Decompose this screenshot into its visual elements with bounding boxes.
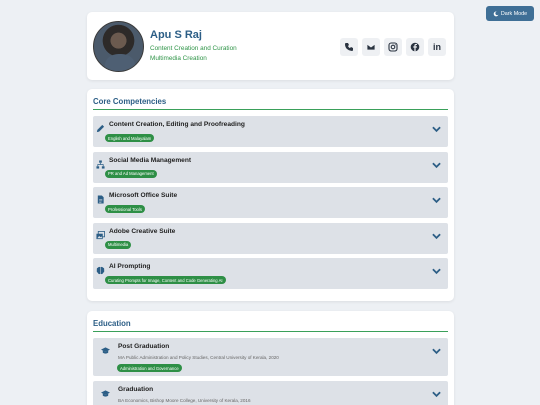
- network-icon: [96, 156, 105, 169]
- graduation-cap-icon: [101, 342, 110, 354]
- chevron-down-icon[interactable]: [432, 191, 441, 204]
- competency-title: Adobe Creative Suite: [109, 227, 176, 235]
- facebook-icon: [410, 42, 420, 52]
- profile-name: Apu S Raj: [150, 29, 202, 41]
- document-icon: [96, 191, 105, 204]
- profile-card: Apu S Raj Content Creation and Curation …: [87, 12, 454, 80]
- competency-tag: PR and Ad Management: [105, 169, 157, 178]
- core-competencies-title: Core Competencies: [93, 89, 448, 110]
- phone-icon: [345, 43, 353, 51]
- images-icon: [96, 227, 105, 239]
- education-detail: MA Public Administration and Policy Stud…: [118, 355, 279, 360]
- competency-tag: Curating Prompts for Image, Content and …: [105, 276, 226, 284]
- competency-item[interactable]: Social Media Management PR and Ad Manage…: [93, 151, 448, 183]
- chevron-down-icon[interactable]: [432, 156, 441, 168]
- competency-item[interactable]: Adobe Creative Suite Multimedia: [93, 222, 448, 254]
- competency-item[interactable]: AI Prompting Curating Prompts for Image,…: [93, 258, 448, 289]
- linkedin-button[interactable]: in: [428, 38, 446, 56]
- chevron-down-icon[interactable]: [432, 227, 441, 239]
- chevron-down-icon[interactable]: [432, 262, 441, 275]
- competency-title: Microsoft Office Suite: [109, 192, 178, 199]
- competency-item[interactable]: Content Creation, Editing and Proofreadi…: [93, 116, 448, 147]
- profile-subtitle-1: Content Creation and Curation: [150, 45, 237, 52]
- email-icon: [366, 43, 376, 51]
- education-title-label: Post Graduation: [118, 343, 170, 350]
- chevron-down-icon[interactable]: [432, 342, 441, 355]
- dark-mode-label: Dark Mode: [500, 10, 528, 17]
- chevron-down-icon[interactable]: [432, 385, 441, 397]
- education-detail: BA Economics, Bishop Moore College, Univ…: [118, 397, 251, 403]
- education-card: Education Post Graduation MA Public Admi…: [87, 311, 454, 405]
- competency-item[interactable]: Microsoft Office Suite Professional Tool…: [93, 187, 448, 218]
- education-item[interactable]: Graduation BA Economics, Bishop Moore Co…: [93, 380, 448, 405]
- competency-title: AI Prompting: [109, 263, 151, 270]
- phone-button[interactable]: [340, 38, 358, 56]
- pencil-icon: [96, 120, 105, 133]
- education-title-label: Graduation: [118, 385, 154, 393]
- moon-icon: [493, 11, 499, 16]
- chevron-down-icon[interactable]: [432, 120, 441, 133]
- competency-tag: Professional Tools: [105, 205, 145, 213]
- competency-title: Content Creation, Editing and Proofreadi…: [109, 121, 245, 128]
- contact-links: in: [340, 38, 446, 56]
- education-item[interactable]: Post Graduation MA Public Administration…: [93, 338, 448, 376]
- dark-mode-button[interactable]: Dark Mode: [486, 6, 534, 21]
- graduation-cap-icon: [101, 385, 110, 397]
- competency-tag: English and Malayalam: [105, 134, 155, 142]
- core-competencies-card: Core Competencies Content Creation, Edit…: [87, 89, 454, 301]
- instagram-button[interactable]: [384, 38, 402, 56]
- email-button[interactable]: [362, 38, 380, 56]
- competency-tag: Multimedia: [105, 240, 132, 249]
- linkedin-icon: in: [433, 42, 441, 52]
- brain-icon: [96, 262, 105, 275]
- profile-subtitle-2: Multimedia Creation: [150, 55, 207, 62]
- education-title: Education: [93, 311, 448, 332]
- instagram-icon: [388, 42, 398, 52]
- competency-title: Social Media Management: [109, 156, 192, 164]
- education-tag: Administration and Governance: [117, 364, 182, 372]
- avatar: [93, 21, 144, 72]
- facebook-button[interactable]: [406, 38, 424, 56]
